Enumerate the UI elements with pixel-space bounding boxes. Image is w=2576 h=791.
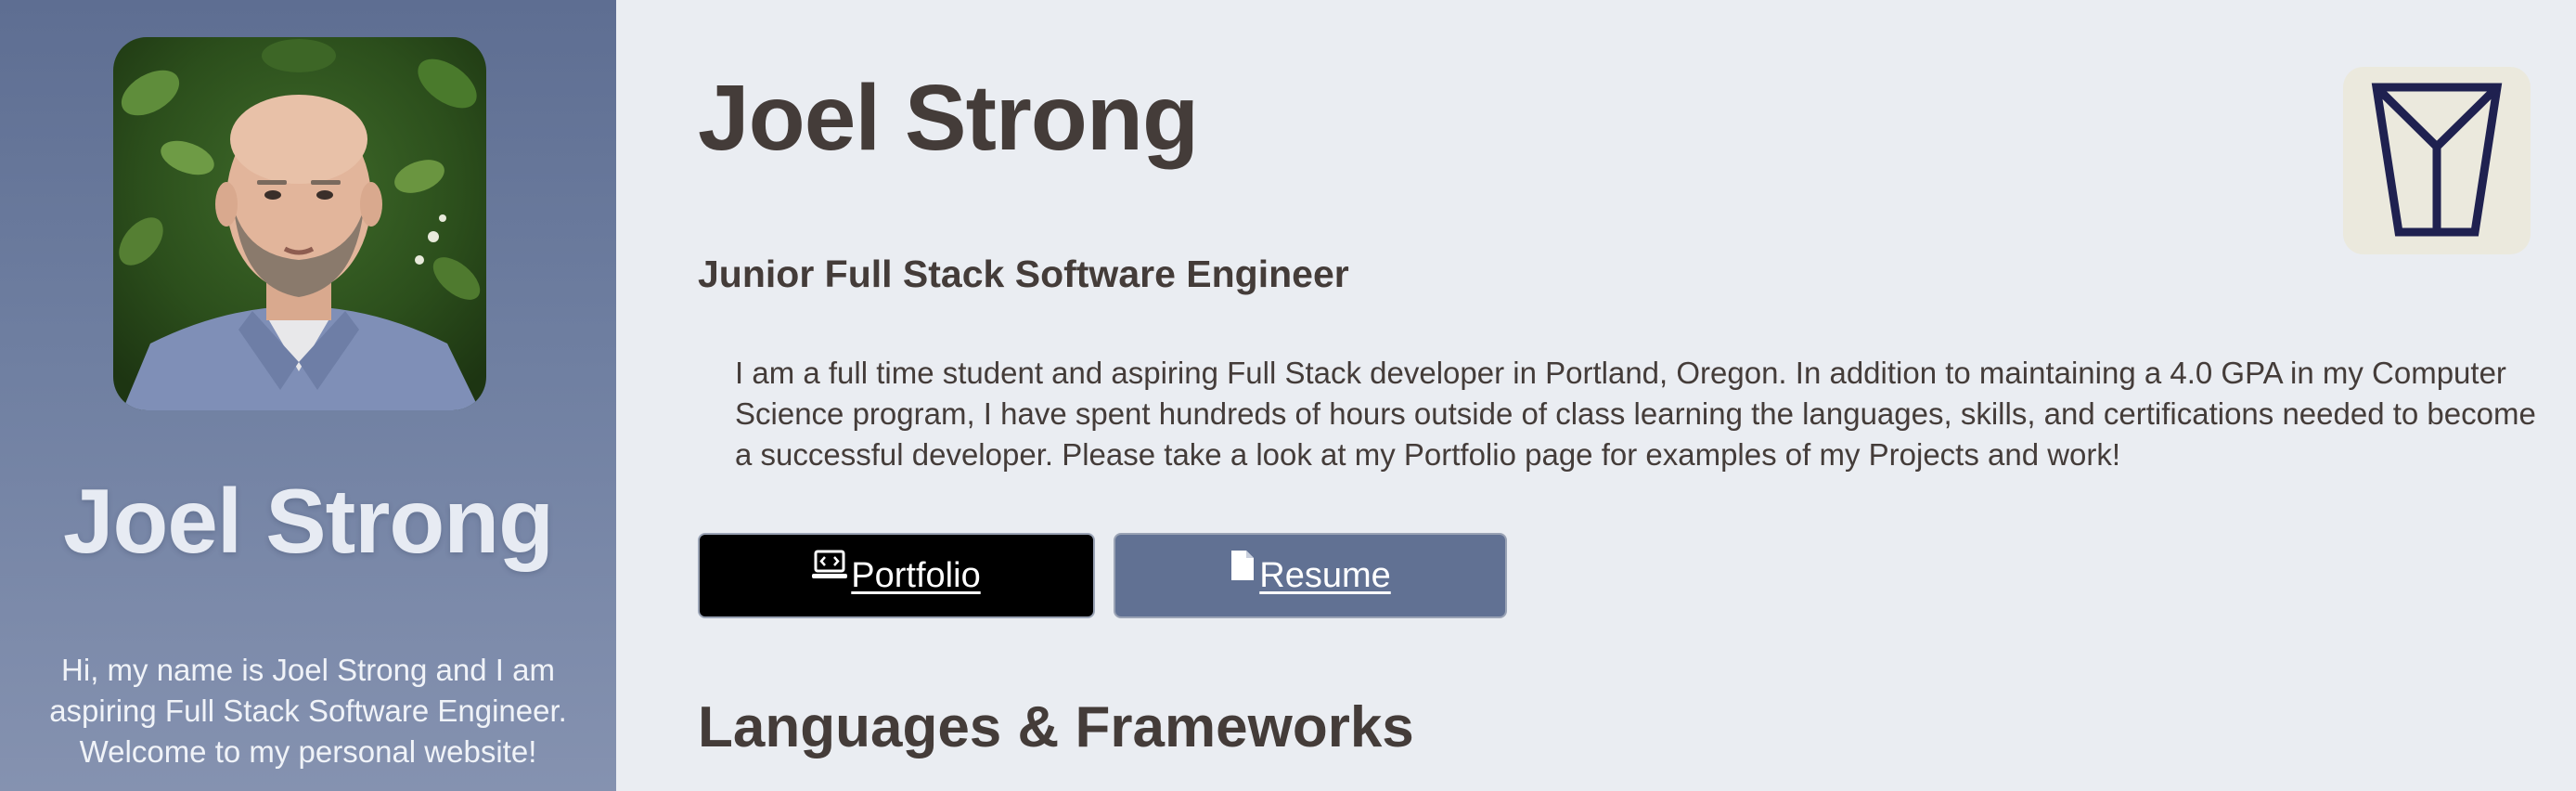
section-title-languages: Languages & Frameworks	[698, 695, 1414, 759]
monogram-logo-icon[interactable]	[2343, 67, 2531, 254]
file-icon	[1230, 549, 1256, 591]
sidebar-intro: Hi, my name is Joel Strong and I am aspi…	[49, 653, 567, 769]
page-title: Joel Strong	[698, 66, 1199, 170]
portfolio-button-label: Portfolio	[851, 555, 981, 595]
profile-photo	[113, 37, 486, 410]
laptop-code-icon	[812, 550, 848, 590]
avatar	[113, 37, 486, 410]
resume-button[interactable]: Resume	[1114, 533, 1507, 618]
sidebar-name: Joel Strong	[62, 470, 554, 572]
bio-paragraph: I am a full time student and aspiring Fu…	[735, 356, 2536, 472]
resume-button-label: Resume	[1259, 555, 1391, 595]
sidebar: Joel Strong Hi, my name is Joel Strong a…	[0, 0, 616, 791]
portfolio-button[interactable]: Portfolio	[698, 533, 1095, 618]
subtitle: Junior Full Stack Software Engineer	[698, 253, 1349, 295]
